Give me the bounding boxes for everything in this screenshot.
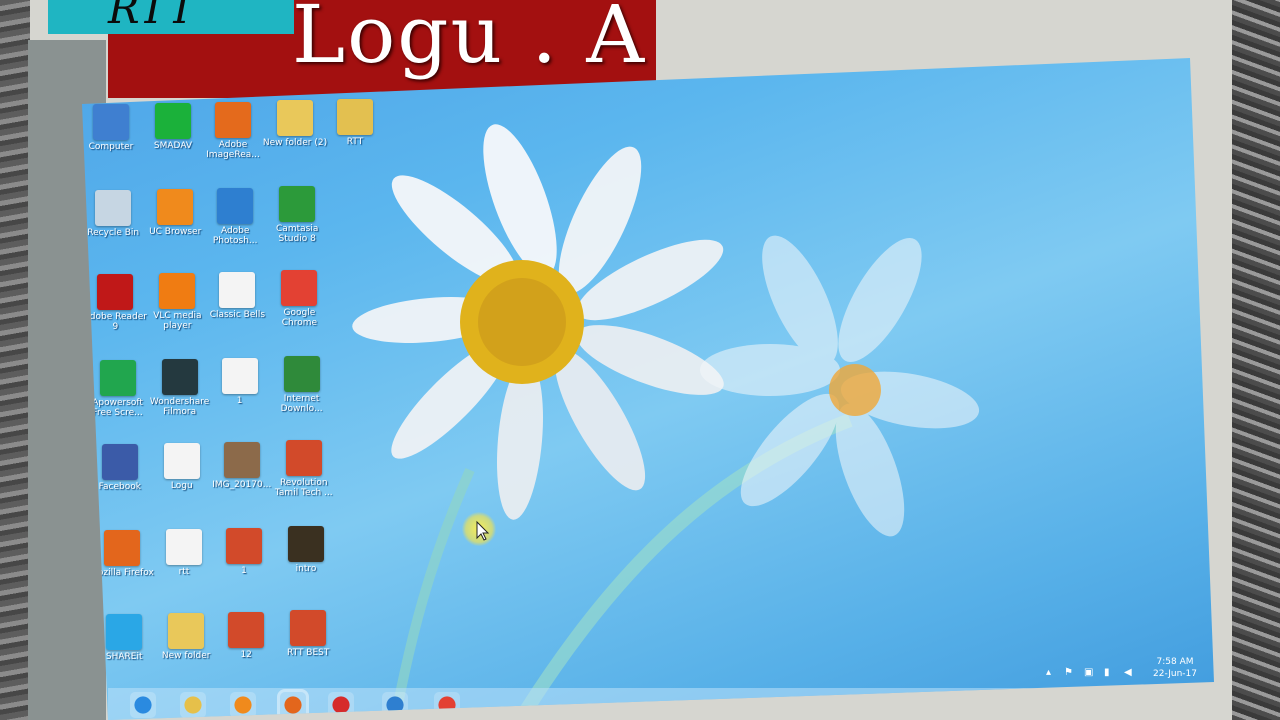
file-explorer-icon[interactable] (180, 692, 206, 718)
recycle-bin-icon (95, 190, 132, 226)
desktop-icon[interactable]: Adobe Photosh... (202, 187, 268, 246)
desktop-icon-label: New folder (161, 650, 211, 661)
uc-browser-icon[interactable] (230, 692, 256, 718)
idm-icon (283, 356, 320, 393)
desktop-icon-label: intro (295, 564, 317, 575)
file-icon (166, 528, 202, 565)
desktop-screen: Computer Recycle Bin Adobe Reader 9 Apowers… (82, 58, 1214, 720)
filmora-icon (161, 358, 198, 395)
desktop-icon-label: New folder (2) (262, 138, 328, 149)
folder-icon (337, 99, 373, 136)
desktop-icon[interactable]: IMG_20170... (209, 441, 275, 490)
desktop-icon-label: SMADAV (153, 140, 193, 151)
desktop-icon[interactable]: New folder (153, 612, 219, 661)
desktop-icon-label: Google Chrome (281, 308, 318, 329)
desktop-icon-label: 1 (241, 565, 247, 576)
desktop-icon[interactable]: Wondershare Filmora (147, 358, 213, 417)
signal-icon[interactable]: ▮ (1104, 667, 1110, 678)
left-decor-strip (0, 0, 30, 720)
docx-icon (221, 357, 258, 394)
desktop-icon[interactable]: VLC media player (144, 272, 210, 331)
desktop-icon-label: Computer (88, 142, 134, 152)
video-icon (288, 526, 324, 563)
desktop-icon[interactable]: UC Browser (142, 188, 208, 237)
clock-date: 22-Jun-17 (1153, 669, 1197, 679)
volume-icon[interactable]: ◀ (1124, 667, 1132, 678)
desktop-icon[interactable]: 1 (207, 357, 273, 406)
firefox-icon (104, 530, 140, 566)
network-icon[interactable]: ▣ (1084, 667, 1093, 678)
banner-title: Logu . A (292, 0, 647, 81)
desktop-icon[interactable]: Adobe ImageRea... (200, 101, 266, 160)
docx-icon (163, 442, 200, 479)
computer-icon (93, 104, 129, 140)
desktop-icon-label: Logu (170, 480, 193, 491)
desktop-icon[interactable]: RTT BEST (275, 610, 341, 658)
desktop-icon-label: 1 (236, 395, 243, 406)
rtt-image-icon (290, 610, 327, 647)
desktop-icon[interactable]: Internet Downlo... (269, 356, 335, 414)
folder-icon (168, 612, 205, 649)
shareit-icon (106, 614, 143, 650)
desktop-icon-label: UC Browser (149, 226, 202, 237)
uc-browser-icon (157, 188, 194, 225)
camtasia-icon (279, 186, 316, 223)
desktop-icon-label: Adobe ImageRea... (206, 139, 260, 160)
desktop-icon[interactable]: 1 (211, 527, 277, 576)
right-decor-strip (1232, 0, 1280, 720)
desktop-icon[interactable]: intro (273, 526, 339, 574)
desktop-icon-label: IMG_20170... (212, 479, 272, 490)
desktop-icon-label: Classic Bells (209, 309, 266, 320)
facebook-icon (101, 444, 138, 480)
desktop-icon[interactable]: SMADAV (140, 102, 206, 151)
desktop-icon-label: RTT (346, 137, 364, 148)
adobe-imageready-icon (215, 101, 251, 138)
desktop-icon-label: Internet Downlo... (280, 394, 323, 415)
adobe-photoshop-icon (217, 187, 254, 224)
adobe-reader-icon (97, 274, 134, 310)
show-hidden-icons[interactable]: ▴ (1046, 667, 1051, 678)
folder-icon (277, 100, 313, 137)
desktop-icon[interactable]: New folder (2) (262, 100, 328, 148)
desktop-icon-label: Revolution Tamil Tech ... (274, 478, 333, 499)
rtt-image-icon (285, 440, 322, 477)
flag-icon[interactable]: ⚑ (1064, 667, 1073, 678)
rtt-image-icon (228, 611, 265, 648)
desktop-icon-label: Camtasia Studio 8 (276, 224, 319, 245)
mouse-cursor-highlight (462, 512, 496, 546)
desktop-icon[interactable]: Logu (149, 442, 215, 491)
clock-time: 7:58 AM (1156, 657, 1194, 667)
desktop-icon[interactable]: Classic Bells (204, 271, 270, 320)
desktop-icon[interactable]: Camtasia Studio 8 (264, 186, 330, 244)
desktop-icon-label: VLC media player (153, 310, 202, 331)
internet-explorer-icon[interactable] (130, 692, 156, 718)
desktop-icon[interactable]: Revolution Tamil Tech ... (271, 440, 337, 498)
desktop-icon[interactable]: RTT (322, 99, 388, 147)
channel-tab: RTT (48, 0, 294, 34)
desktop-icon[interactable]: Adobe Reader 9 (82, 274, 148, 332)
desktop-icon-label: 12 (240, 649, 252, 660)
vlc-icon (159, 272, 196, 309)
desktop-icon-label: Recycle Bin (87, 228, 140, 238)
rtt-image-icon (226, 527, 262, 564)
photo-icon (223, 441, 260, 478)
desktop-icon[interactable]: rtt (151, 528, 217, 577)
chrome-icon (281, 270, 318, 307)
desktop-icon[interactable]: 12 (213, 611, 279, 660)
smadav-icon (155, 102, 191, 139)
desktop-icon-label: Adobe Photosh... (212, 225, 258, 246)
desktop-icon-label: Wondershare Filmora (149, 396, 210, 417)
system-clock[interactable]: 7:58 AM 22-Jun-17 (1150, 656, 1200, 680)
desktop-icon[interactable]: Recycle Bin (82, 190, 146, 238)
apowersoft-icon (99, 360, 136, 396)
desktop-icon-label: Adobe Reader 9 (83, 312, 147, 332)
desktop-icon-label: rtt (178, 566, 190, 577)
desktop-icon[interactable]: Google Chrome (266, 270, 332, 328)
desktop-icon-label: RTT BEST (287, 648, 330, 659)
docx-icon (219, 271, 256, 308)
desktop-icon[interactable]: Computer (82, 104, 144, 152)
cursor-arrow-icon (476, 520, 490, 541)
